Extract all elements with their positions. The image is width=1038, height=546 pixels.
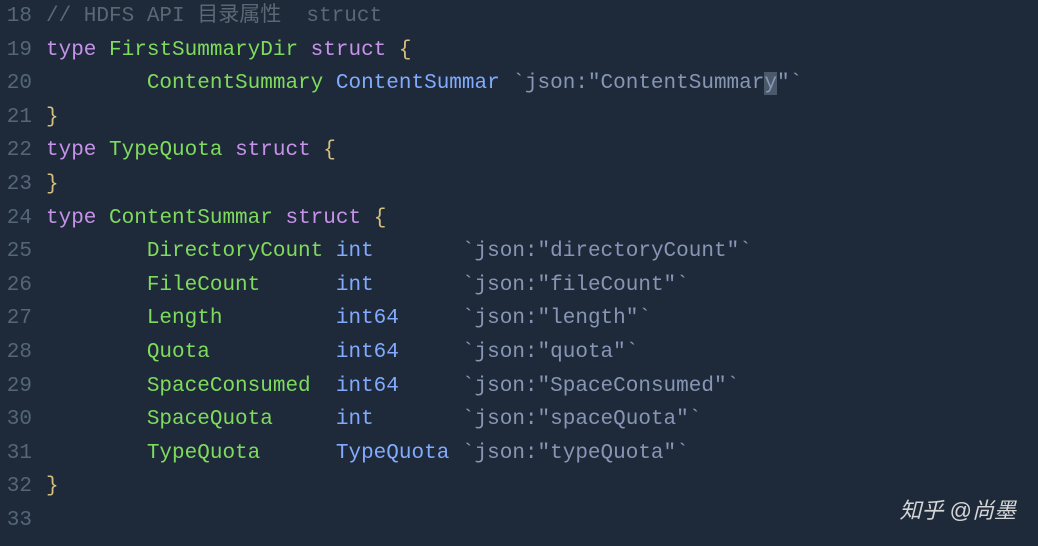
line-number: 23 bbox=[0, 168, 32, 202]
line-number: 31 bbox=[0, 437, 32, 471]
code-line: Quota int64 `json:"quota"` bbox=[46, 336, 1038, 370]
line-number: 20 bbox=[0, 67, 32, 101]
line-number: 33 bbox=[0, 504, 32, 538]
line-number-gutter: 18 19 20 21 22 23 24 25 26 27 28 29 30 3… bbox=[0, 0, 40, 546]
type-name: FirstSummaryDir bbox=[109, 39, 298, 62]
field-name: SpaceConsumed bbox=[147, 375, 323, 398]
code-editor[interactable]: 18 19 20 21 22 23 24 25 26 27 28 29 30 3… bbox=[0, 0, 1038, 546]
type-name: ContentSummar bbox=[109, 207, 273, 230]
code-line: } bbox=[46, 101, 1038, 135]
type-ref: int bbox=[336, 408, 412, 431]
type-ref: int64 bbox=[336, 341, 412, 364]
line-number: 27 bbox=[0, 302, 32, 336]
type-ref: int64 bbox=[336, 307, 412, 330]
line-number: 19 bbox=[0, 34, 32, 68]
line-number: 24 bbox=[0, 202, 32, 236]
code-line: ContentSummary ContentSummar `json:"Cont… bbox=[46, 67, 1038, 101]
indent bbox=[46, 72, 147, 95]
code-line: SpaceQuota int `json:"spaceQuota"` bbox=[46, 403, 1038, 437]
field-name: Quota bbox=[147, 341, 323, 364]
type-ref: ContentSummar bbox=[336, 72, 500, 95]
field-name: TypeQuota bbox=[147, 442, 323, 465]
close-brace: } bbox=[46, 173, 59, 196]
type-ref: int64 bbox=[336, 375, 412, 398]
keyword-struct: struct bbox=[311, 39, 387, 62]
open-brace: { bbox=[323, 139, 336, 162]
code-line: SpaceConsumed int64 `json:"SpaceConsumed… bbox=[46, 370, 1038, 404]
type-ref: int bbox=[336, 274, 412, 297]
code-line: } bbox=[46, 470, 1038, 504]
comment-text: // HDFS API 目录属性 struct bbox=[46, 5, 382, 28]
line-number: 18 bbox=[0, 0, 32, 34]
keyword-type: type bbox=[46, 207, 96, 230]
line-number: 30 bbox=[0, 403, 32, 437]
indent bbox=[46, 408, 147, 431]
line-number: 22 bbox=[0, 134, 32, 168]
code-line: DirectoryCount int `json:"directoryCount… bbox=[46, 235, 1038, 269]
type-ref: TypeQuota bbox=[336, 442, 449, 465]
code-line: type TypeQuota struct { bbox=[46, 134, 1038, 168]
code-line: type FirstSummaryDir struct { bbox=[46, 34, 1038, 68]
watermark-brand: 知乎 bbox=[900, 498, 944, 523]
keyword-struct: struct bbox=[235, 139, 311, 162]
indent bbox=[46, 375, 147, 398]
keyword-type: type bbox=[46, 39, 96, 62]
line-number: 32 bbox=[0, 470, 32, 504]
watermark: 知乎 @尚墨 bbox=[900, 493, 1017, 528]
watermark-user: 尚墨 bbox=[972, 498, 1016, 523]
type-ref: int bbox=[336, 240, 412, 263]
struct-tag: `json:"typeQuota"` bbox=[462, 442, 689, 465]
indent bbox=[46, 274, 147, 297]
field-name: ContentSummary bbox=[147, 72, 323, 95]
code-line bbox=[46, 504, 1038, 538]
type-name: TypeQuota bbox=[109, 139, 222, 162]
struct-tag: `json:"SpaceConsumed"` bbox=[462, 375, 739, 398]
line-number: 26 bbox=[0, 269, 32, 303]
cursor-position: y bbox=[764, 72, 777, 95]
keyword-struct: struct bbox=[285, 207, 361, 230]
line-number: 29 bbox=[0, 370, 32, 404]
code-line: // HDFS API 目录属性 struct bbox=[46, 0, 1038, 34]
struct-tag: `json:"ContentSummary"` bbox=[512, 72, 802, 95]
code-line: type ContentSummar struct { bbox=[46, 202, 1038, 236]
struct-tag: `json:"length"` bbox=[462, 307, 651, 330]
open-brace: { bbox=[374, 207, 387, 230]
struct-tag: `json:"quota"` bbox=[462, 341, 638, 364]
code-content[interactable]: // HDFS API 目录属性 struct type FirstSummar… bbox=[40, 0, 1038, 546]
struct-tag: `json:"fileCount"` bbox=[462, 274, 689, 297]
field-name: Length bbox=[147, 307, 323, 330]
field-name: SpaceQuota bbox=[147, 408, 323, 431]
keyword-type: type bbox=[46, 139, 96, 162]
close-brace: } bbox=[46, 106, 59, 129]
line-number: 28 bbox=[0, 336, 32, 370]
struct-tag: `json:"spaceQuota"` bbox=[462, 408, 701, 431]
open-brace: { bbox=[399, 39, 412, 62]
field-name: DirectoryCount bbox=[147, 240, 323, 263]
indent bbox=[46, 442, 147, 465]
line-number: 21 bbox=[0, 101, 32, 135]
indent bbox=[46, 341, 147, 364]
code-line: FileCount int `json:"fileCount"` bbox=[46, 269, 1038, 303]
code-line: TypeQuota TypeQuota `json:"typeQuota"` bbox=[46, 437, 1038, 471]
indent bbox=[46, 240, 147, 263]
code-line: Length int64 `json:"length"` bbox=[46, 302, 1038, 336]
at-symbol: @ bbox=[950, 498, 972, 523]
field-name: FileCount bbox=[147, 274, 323, 297]
code-line: } bbox=[46, 168, 1038, 202]
indent bbox=[46, 307, 147, 330]
struct-tag: `json:"directoryCount"` bbox=[462, 240, 752, 263]
line-number: 25 bbox=[0, 235, 32, 269]
close-brace: } bbox=[46, 475, 59, 498]
